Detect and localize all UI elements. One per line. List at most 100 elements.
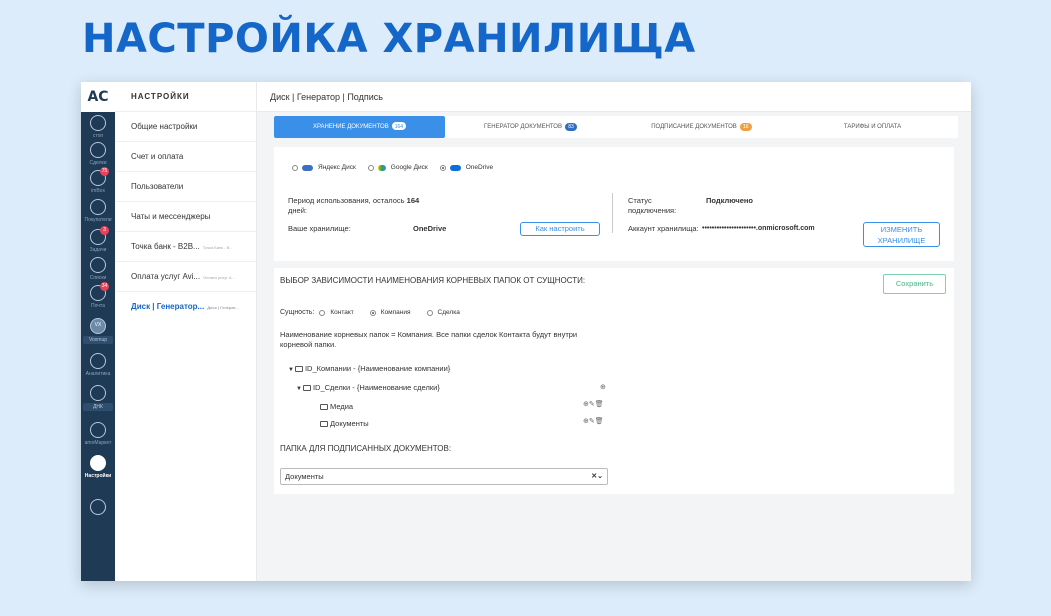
chevron-down-icon[interactable]: ▼: [288, 367, 294, 373]
submenu-item-4[interactable]: Точка банк - B2B... Точка Банк - B...: [115, 232, 256, 262]
radio-deal[interactable]: [426, 310, 433, 316]
account-value: ••••••••••••••••••••••.onmicrosoft.com: [702, 225, 815, 232]
submenu-item-label: Оплата услуг Avi...: [131, 272, 201, 281]
your-storage-value: OneDrive: [413, 224, 447, 233]
tab-label: ХРАНЕНИЕ ДОКУМЕНТОВ: [312, 124, 389, 130]
notification-badge: 34: [100, 282, 109, 291]
tab-0[interactable]: ХРАНЕНИЕ ДОКУМЕНТОВ 164: [274, 116, 445, 138]
submenu-item-1[interactable]: Счет и оплата: [115, 142, 256, 172]
nav-item-1[interactable]: Сделки: [81, 142, 115, 166]
period-label: Период использования, осталось: [288, 196, 405, 205]
tab-count-badge: 16: [739, 123, 752, 131]
storage-options: Яндекс Диск Google Диск OneDrive: [292, 164, 493, 171]
entity-deal-label: Сделка: [437, 309, 460, 316]
tab-label: ПОДПИСАНИЕ ДОКУМЕНТОВ: [651, 124, 737, 130]
tab-bar: ХРАНЕНИЕ ДОКУМЕНТОВ 164 ГЕНЕРАТОР ДОКУМЕНТ…: [274, 116, 958, 138]
nav-item-9[interactable]: ДНК: [81, 385, 115, 411]
tasks-icon: 3: [90, 226, 109, 245]
radio-contact[interactable]: [319, 310, 326, 316]
period-text: Период использования, осталось 164 дней:: [288, 196, 419, 216]
tree-node-documents[interactable]: Документы: [320, 419, 369, 428]
tree-node-company[interactable]: ▼ ID_Компании - {Наименование компании}: [288, 364, 450, 373]
chevron-down-icon[interactable]: ▼: [296, 386, 302, 392]
howto-button[interactable]: Как настроить: [520, 222, 600, 236]
tree-node-company-label: ID_Компании - {Наименование компании}: [304, 364, 451, 373]
radio-onedrive[interactable]: [439, 164, 446, 171]
submenu-item-5[interactable]: Оплата услуг Avi... Оплата услуг А...: [115, 262, 256, 292]
submenu-item-label: Точка банк - B2B...: [131, 242, 200, 251]
breadcrumb: Диск | Генератор | Подпись: [257, 82, 971, 112]
nav-item-4[interactable]: 3 Задачи: [81, 226, 115, 253]
trash-icon[interactable]: 🗑: [595, 418, 604, 425]
nav-item-5[interactable]: Списки: [81, 257, 115, 281]
nav-item-10[interactable]: amoМаркет: [81, 422, 115, 446]
signed-folder-value: Документы: [285, 472, 324, 481]
your-storage-label: Ваше хранилище:: [288, 224, 351, 233]
nav-item-label: ДНК: [83, 403, 113, 411]
stop-icon: [90, 115, 106, 131]
tab-label: ГЕНЕРАТОР ДОКУМЕНТОВ: [484, 124, 562, 130]
radio-yandex[interactable]: [292, 164, 298, 171]
folder-icon: [294, 366, 303, 372]
nav-item-8[interactable]: Аналитика: [81, 353, 115, 377]
nav-item-11[interactable]: Настройки: [81, 455, 115, 479]
nav-item-label: Настройки: [84, 473, 112, 479]
folders-section-title: ВЫБОР ЗАВИСИМОСТИ НАИМЕНОВАНИЯ КОРНЕВЫХ …: [280, 276, 586, 285]
nav-item-3[interactable]: Покупатели: [81, 199, 115, 223]
submenu-title: НАСТРОЙКИ: [115, 82, 256, 112]
notification-badge: 75: [100, 167, 109, 176]
add-folder-icon[interactable]: ⊕: [600, 383, 606, 391]
app-window: AC стоп Сделки 75 imBox Покупатели 3 Задачи Спи…: [81, 82, 971, 581]
nav-item-0[interactable]: стоп: [81, 115, 115, 139]
dnk-icon: [90, 385, 106, 401]
folders-note-line2: корневой папки.: [280, 340, 337, 349]
tab-count-badge: 83: [564, 123, 577, 131]
account-label: Аккаунт хранилища:: [628, 224, 699, 233]
submenu-item-sublabel: Оплата услуг А...: [203, 275, 235, 280]
nav-item-7[interactable]: VX Voxmup: [81, 318, 115, 344]
submenu-item-6[interactable]: Диск | Генератор... Диск | Генерат...: [115, 292, 256, 322]
tree-node-media[interactable]: Медиа: [320, 402, 353, 411]
period-suffix: дней:: [288, 206, 307, 215]
vertical-divider: [612, 193, 613, 233]
folder-icon: [302, 385, 311, 391]
submenu-item-0[interactable]: Общие настройки: [115, 112, 256, 142]
trash-icon[interactable]: 🗑: [595, 401, 604, 408]
status-label-line2: подключения:: [628, 206, 677, 215]
clear-chevron-icon[interactable]: ✕⌄: [591, 469, 603, 484]
folders-note: Наименование корневых папок = Компания. …: [280, 330, 577, 350]
logo[interactable]: AC: [81, 82, 115, 112]
submenu-item-label: Чаты и мессенджеры: [131, 212, 211, 221]
nav-item-2[interactable]: 75 imBox: [81, 167, 115, 194]
save-button[interactable]: Сохранить: [883, 274, 946, 294]
submenu-item-3[interactable]: Чаты и мессенджеры: [115, 202, 256, 232]
submenu-item-2[interactable]: Пользователи: [115, 172, 256, 202]
radio-company[interactable]: [369, 310, 376, 316]
settings-icon: [90, 455, 106, 471]
deals-icon: [90, 142, 106, 158]
change-storage-button[interactable]: ИЗМЕНИТЬ ХРАНИЛИЩЕ: [863, 222, 940, 247]
tab-1[interactable]: ГЕНЕРАТОР ДОКУМЕНТОВ 83: [445, 116, 616, 138]
option-google-label: Google Диск: [390, 164, 428, 171]
radio-google[interactable]: [367, 164, 374, 171]
tree-node-documents-label: Документы: [330, 419, 369, 428]
nav-item-6[interactable]: 34 Почта: [81, 282, 115, 309]
media-actions: ⊕✎🗑: [583, 400, 604, 408]
tab-3[interactable]: ТАРИФЫ И ОПЛАТА: [787, 116, 958, 138]
submenu-item-label: Диск | Генератор...: [131, 302, 205, 311]
tree-node-deal[interactable]: ▼ ID_Сделки - {Наименование сделки}: [296, 383, 440, 392]
submenu-item-label: Счет и оплата: [131, 152, 184, 161]
tab-2[interactable]: ПОДПИСАНИЕ ДОКУМЕНТОВ 16: [616, 116, 787, 138]
nav-item-label: Задачи: [89, 247, 107, 253]
option-onedrive-label: OneDrive: [465, 164, 494, 171]
nav-item-label: amoМаркет: [84, 440, 112, 446]
nav-item-12[interactable]: [81, 499, 115, 517]
folder-icon: [320, 404, 328, 410]
signed-folder-select[interactable]: Документы ✕⌄: [280, 468, 608, 485]
profile-icon: [90, 499, 106, 515]
entity-contact-label: Контакт: [330, 309, 354, 316]
onedrive-icon: [449, 164, 461, 171]
nav-item-label: Списки: [89, 275, 107, 281]
main-content: Диск | Генератор | Подпись ХРАНЕНИЕ ДОКУ…: [257, 82, 971, 581]
nav-item-label: Почта: [91, 303, 105, 309]
